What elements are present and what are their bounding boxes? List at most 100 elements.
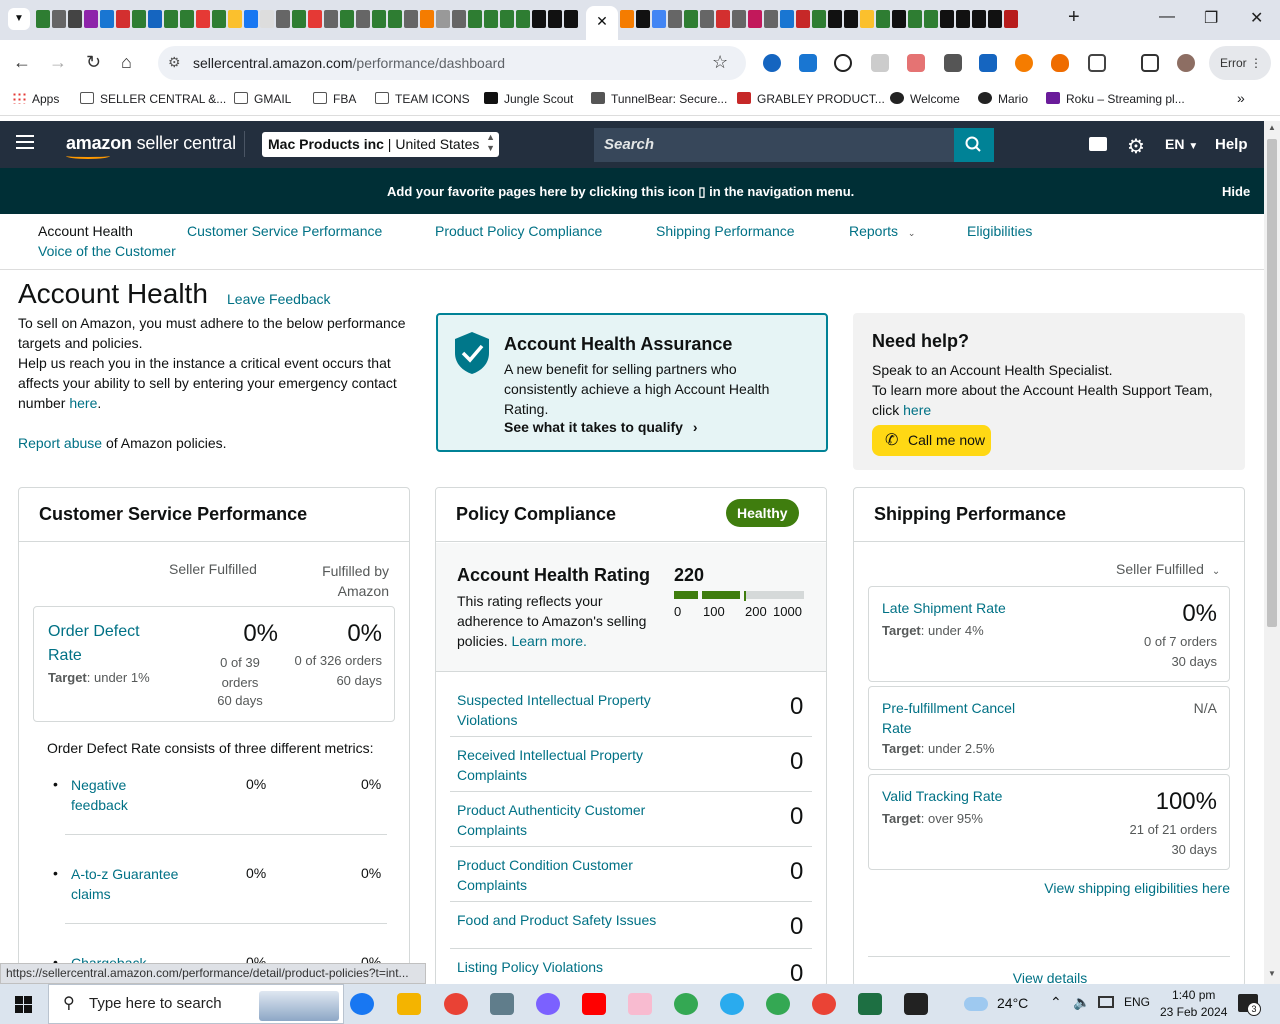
call-me-now-button[interactable]: ✆ Call me now [872, 425, 991, 456]
fire-extension-icon[interactable] [1051, 54, 1069, 72]
bookmark-roku[interactable]: Roku – Streaming pl... [1046, 92, 1185, 106]
weather-temperature[interactable]: 24°C [997, 995, 1028, 1011]
calculator-icon[interactable] [490, 993, 514, 1015]
bookmark-tunnelbear[interactable]: TunnelBear: Secure... [591, 92, 727, 106]
bookmark-apps[interactable]: Apps [12, 92, 59, 106]
subnav-voice-of-customer[interactable]: Voice of the Customer [38, 243, 176, 259]
emergency-contact-link[interactable]: here [69, 395, 97, 411]
cancel-rate-link[interactable]: Pre-fulfillment Cancel Rate [882, 698, 1032, 738]
bookmark-mario[interactable]: Mario [978, 92, 1028, 106]
reload-icon[interactable]: ↻ [86, 52, 101, 73]
account-selector[interactable]: Mac Products inc | United States ▲ ▼ [262, 132, 499, 157]
chrome-profile-icon[interactable] [444, 993, 468, 1015]
back-icon[interactable]: ← [13, 52, 31, 73]
subnav-shipping[interactable]: Shipping Performance [656, 223, 795, 239]
tab-search-button[interactable]: ▼ [8, 8, 30, 30]
fulfillment-filter-dropdown[interactable]: Seller Fulfilled ⌄ [1116, 561, 1220, 577]
policy-row-label[interactable]: Food and Product Safety Issues [457, 910, 687, 930]
report-abuse-link[interactable]: Report abuse [18, 435, 102, 451]
extension-icon[interactable] [763, 54, 781, 72]
learn-more-link[interactable]: Learn more. [511, 633, 586, 649]
valid-tracking-link[interactable]: Valid Tracking Rate [882, 788, 1002, 804]
help-link[interactable]: Help [1215, 136, 1248, 153]
shipping-eligibilities-link[interactable]: View shipping eligibilities here [1004, 880, 1230, 896]
copilot-icon[interactable] [536, 993, 560, 1015]
clock[interactable]: 1:40 pm 23 Feb 2024 [1160, 987, 1227, 1021]
subnav-reports[interactable]: Reports ⌄ [849, 223, 915, 239]
language-selector[interactable]: EN ▼ [1165, 136, 1198, 152]
volume-icon[interactable]: 🔈 [1073, 994, 1090, 1011]
bookmark-folder[interactable]: TEAM ICONS [375, 92, 470, 106]
rs-extension-icon[interactable] [834, 54, 852, 72]
extensions-puzzle-icon[interactable] [1088, 54, 1106, 72]
new-tab-icon[interactable]: + [1068, 6, 1080, 29]
late-shipment-link[interactable]: Late Shipment Rate [882, 600, 1006, 616]
extension-icon[interactable] [979, 54, 997, 72]
scroll-down-icon[interactable]: ▼ [1268, 969, 1276, 978]
excel-icon[interactable] [858, 993, 882, 1015]
fba-extension-icon[interactable] [799, 54, 817, 72]
extension-icon[interactable] [907, 54, 925, 72]
off-extension-icon[interactable] [944, 54, 962, 72]
app-icon[interactable] [628, 993, 652, 1015]
seller-central-logo[interactable]: amazon seller central [66, 133, 236, 159]
telegram-icon[interactable] [720, 993, 744, 1015]
aha-qualify-link[interactable]: See what it takes to qualify › [504, 419, 698, 435]
subnav-product-policy[interactable]: Product Policy Compliance [435, 223, 602, 239]
bookmark-folder[interactable]: GMAIL [234, 92, 291, 106]
input-language[interactable]: ENG [1124, 995, 1150, 1009]
policy-row-label[interactable]: Received Intellectual Property Complaint… [457, 745, 667, 785]
windows-start-icon[interactable] [15, 996, 32, 1013]
odr-link[interactable]: Order Defect Rate [48, 620, 158, 668]
hamburger-menu-icon[interactable] [16, 135, 34, 149]
scrollbar-thumb[interactable] [1267, 139, 1277, 627]
search-button[interactable] [954, 128, 994, 162]
chrome-profile-icon[interactable] [812, 993, 836, 1015]
active-tab[interactable]: ✕ [586, 6, 618, 40]
leave-feedback-link[interactable]: Leave Feedback [227, 291, 331, 307]
youtube-icon[interactable] [582, 993, 606, 1015]
error-button[interactable]: Error ⋮ [1209, 46, 1271, 80]
bookmark-welcome[interactable]: Welcome [890, 92, 960, 106]
bookmark-junglescout[interactable]: Jungle Scout [484, 92, 573, 106]
notifications-icon[interactable]: 3 [1238, 994, 1261, 1016]
tray-chevron-icon[interactable]: ⌃ [1050, 994, 1062, 1011]
site-info-icon[interactable]: ⚙ [168, 54, 181, 71]
more-bookmarks-icon[interactable]: » [1237, 90, 1245, 106]
forward-icon[interactable]: → [49, 52, 67, 73]
subnav-customer-service[interactable]: Customer Service Performance [187, 223, 382, 239]
window-close-icon[interactable]: ✕ [1250, 8, 1263, 28]
bookmark-grabley[interactable]: GRABLEY PRODUCT... [737, 92, 885, 106]
network-icon[interactable] [1098, 996, 1114, 1008]
subnav-eligibilities[interactable]: Eligibilities [967, 223, 1032, 239]
minimize-icon[interactable]: — [1159, 8, 1175, 26]
bookmark-star-icon[interactable]: ☆ [712, 52, 728, 73]
address-bar[interactable]: ⚙ sellercentral.amazon.com/performance/d… [158, 46, 746, 80]
more-tab-icons[interactable] [620, 10, 1018, 28]
bookmark-folder[interactable]: FBA [313, 92, 356, 106]
negative-feedback-link[interactable]: Negative feedback [71, 775, 181, 815]
home-icon[interactable]: ⌂ [121, 52, 132, 73]
policy-row-label[interactable]: Listing Policy Violations [457, 957, 687, 977]
chrome-profile-icon[interactable] [766, 993, 790, 1015]
extension-icon[interactable] [1015, 54, 1033, 72]
bookmark-folder[interactable]: SELLER CENTRAL &... [80, 92, 226, 106]
settings-gear-icon[interactable]: ⚙ [1127, 134, 1145, 159]
scroll-up-icon[interactable]: ▲ [1268, 123, 1276, 132]
page-scrollbar[interactable]: ▲ ▼ [1264, 121, 1280, 984]
banner-hide-button[interactable]: Hide [1222, 184, 1250, 199]
atoz-claims-link[interactable]: A-to-z Guarantee claims [71, 864, 191, 904]
file-explorer-icon[interactable] [397, 993, 421, 1015]
tab-close-icon[interactable]: ✕ [596, 13, 608, 29]
policy-row-label[interactable]: Suspected Intellectual Property Violatio… [457, 690, 667, 730]
subnav-account-health[interactable]: Account Health [38, 223, 133, 239]
profile-avatar[interactable] [1177, 54, 1195, 72]
sticky-notes-icon[interactable] [904, 993, 928, 1015]
pinned-tab-icons[interactable] [36, 10, 578, 28]
restore-icon[interactable]: ❐ [1204, 8, 1218, 28]
more-menu-icon[interactable]: ⋮ [1250, 56, 1262, 70]
extension-icon[interactable] [871, 54, 889, 72]
policy-row-label[interactable]: Product Condition Customer Complaints [457, 855, 667, 895]
taskbar-search-input[interactable]: ⚲ Type here to search [48, 984, 344, 1024]
facebook-app-icon[interactable] [350, 993, 374, 1015]
